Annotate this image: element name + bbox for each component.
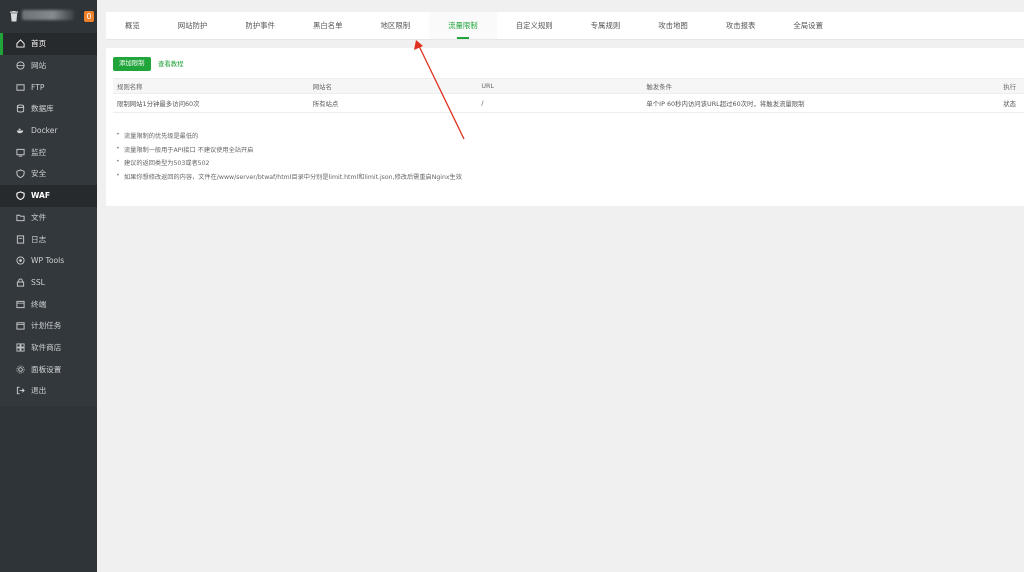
tab-4[interactable]: 地区限制 [362,12,430,39]
log-icon [16,234,25,244]
table-row[interactable]: 限制网站1分钟最多访问60次 所有站点 / 单个IP 60秒内访问该URL超过60次时… [113,94,1024,113]
tab-6[interactable]: 自定义规则 [497,12,572,39]
waf-shield-icon [16,191,25,201]
sidebar-item-label: 软件商店 [31,342,62,352]
sidebar-item-gear[interactable]: 面板设置 [0,358,97,380]
column-header: URL [481,82,495,90]
tip-item: 流量限制的优先级是最低的 [116,131,462,145]
terminal-icon [16,300,25,309]
tab-7[interactable]: 专属规则 [572,12,640,39]
sidebar-item-label: 文件 [31,212,47,222]
sidebar-item-logout[interactable]: 退出 [0,380,97,402]
sidebar-item-label: 网站 [31,61,47,71]
sidebar-item-shield[interactable]: 安全 [0,163,97,185]
add-limit-button[interactable]: 添加限制 [113,57,151,71]
sidebar-item-database[interactable]: 数据库 [0,98,97,120]
table-header-row: 规则名称 网站名 URL 触发条件 执行 [113,78,1024,94]
column-header: 规则名称 [117,82,143,91]
ssl-icon [16,278,25,287]
sidebar-item-label: WP Tools [31,256,65,266]
tab-1[interactable]: 网站防护 [159,12,227,39]
sidebar-menu: 首页网站 FTP 数据库 Docker 监控安全 WAF 文件日志 WP Tools SSL 终端… [0,33,97,402]
sidebar: 0 首页网站 FTP 数据库 Docker 监控安全 WAF 文件日志 WP Tools SSL… [0,0,97,572]
docker-icon [16,126,25,135]
tip-item: 建议的返回类型为503或者502 [116,158,462,172]
sidebar-item-folder[interactable]: 文件 [0,207,97,229]
sidebar-item-label: 日志 [31,234,47,244]
blurred-server-name [22,10,74,20]
table-cell: / [481,99,484,107]
tab-8[interactable]: 攻击地图 [639,12,707,39]
table-cell: 状态 [1003,99,1017,108]
column-header: 触发条件 [646,82,672,91]
sidebar-item-docker[interactable]: Docker [0,120,97,142]
traffic-limit-panel: 添加限制 查看教程 规则名称 网站名 URL 触发条件 执行 限制网站1分钟最多访问60… [106,48,1024,206]
table-cell: 所有站点 [312,99,339,108]
tab-10[interactable]: 全局设置 [774,12,842,39]
sidebar-item-label: 首页 [31,39,47,49]
sidebar-item-label: FTP [31,82,45,92]
table-cell: 单个IP 60秒内访问该URL超过60次时，将触发流量限制 [646,99,805,108]
tab-9[interactable]: 攻击报表 [707,12,775,39]
table-cell: 限制网站1分钟最多访问60次 [117,99,200,108]
column-header: 网站名 [312,82,332,91]
sidebar-item-ftp[interactable]: FTP [0,76,97,98]
wordpress-icon [16,256,25,265]
trash-logo-icon [10,11,18,22]
sidebar-item-label: SSL [31,277,45,287]
column-header: 执行 [1003,82,1017,91]
sidebar-item-label: WAF [31,191,51,201]
tab-0[interactable]: 概览 [106,12,159,39]
sidebar-item-label: 计划任务 [31,321,62,331]
shield-icon [16,169,25,179]
sidebar-item-label: 数据库 [31,104,54,114]
tab-5[interactable]: 流量限制 [429,12,497,39]
sidebar-item-calendar[interactable]: 计划任务 [0,315,97,337]
sidebar-item-label: 监控 [31,147,47,157]
view-tutorial-link[interactable]: 查看教程 [158,57,184,71]
sidebar-item-waf-shield[interactable]: WAF [0,184,97,207]
table-body: 限制网站1分钟最多访问60次 所有站点 / 单个IP 60秒内访问该URL超过60次时… [113,94,1024,113]
globe-icon [16,61,25,70]
ftp-icon [16,83,25,92]
sidebar-item-label: 面板设置 [31,364,62,374]
sidebar-item-label: 安全 [31,169,47,179]
sidebar-item-log[interactable]: 日志 [0,228,97,250]
sidebar-item-globe[interactable]: 网站 [0,55,97,77]
limit-rules-table: 规则名称 网站名 URL 触发条件 执行 限制网站1分钟最多访问60次 所有站点 / 单个IP… [113,78,1024,113]
home-icon [16,39,25,48]
sidebar-item-label: 终端 [31,299,47,309]
folder-icon [16,213,25,222]
sidebar-item-terminal[interactable]: 终端 [0,293,97,315]
sidebar-brand: 0 [0,0,97,33]
sidebar-item-monitor[interactable]: 监控 [0,141,97,163]
sidebar-menu-area: 首页网站 FTP 数据库 Docker 监控安全 WAF 文件日志 WP Tools SSL 终端… [0,33,97,406]
store-icon [16,343,25,352]
logout-icon [16,386,25,395]
sidebar-item-label: 退出 [31,386,47,396]
tip-item: 流量限制一般用于API接口 不建议使用全站开启 [116,145,462,159]
tab-2[interactable]: 防护事件 [226,12,294,39]
sidebar-item-ssl[interactable]: SSL [0,272,97,294]
sidebar-item-store[interactable]: 软件商店 [0,337,97,359]
tips-list: 流量限制的优先级是最低的流量限制一般用于API接口 不建议使用全站开启建议的返回… [114,131,462,185]
database-icon [16,104,25,113]
tab-3[interactable]: 黑白名单 [294,12,362,39]
calendar-icon [16,321,25,330]
gear-icon [16,365,25,374]
tip-item: 如果你想修改返回的内容，文件在/www/server/btwaf/html目录中… [116,172,462,186]
sidebar-item-wordpress[interactable]: WP Tools [0,250,97,272]
sidebar-item-label: Docker [31,126,58,136]
monitor-icon [16,148,25,157]
notification-badge[interactable]: 0 [84,11,94,22]
sidebar-item-home[interactable]: 首页 [0,33,97,55]
waf-tab-bar: 概览 网站防护 防护事件 黑白名单 地区限制 流量限制 自定义规则 专属规则 攻击地图 攻击报表全… [106,12,1024,40]
